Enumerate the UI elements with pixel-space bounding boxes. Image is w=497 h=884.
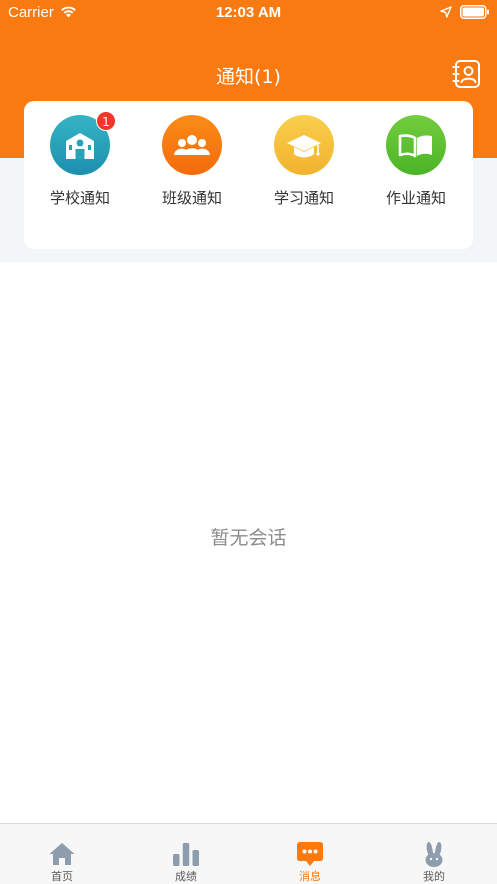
- category-class-notice[interactable]: 班级通知: [136, 101, 248, 221]
- category-school-notice[interactable]: 1 学校通知: [24, 101, 136, 221]
- category-label: 学校通知: [49, 189, 110, 207]
- category-label: 作业通知: [385, 189, 446, 207]
- contacts-book-icon: [452, 60, 480, 88]
- open-book-icon: [398, 134, 432, 158]
- tab-label: 消息: [299, 870, 321, 883]
- location-arrow-icon: [440, 6, 452, 18]
- tab-label: 我的: [423, 870, 445, 883]
- home-icon: [49, 843, 75, 865]
- chat-bubble-icon: [297, 842, 323, 866]
- category-homework-notice[interactable]: 作业通知: [360, 101, 472, 221]
- category-study-notice[interactable]: 学习通知: [248, 101, 360, 221]
- empty-state-message: 暂无会话: [210, 527, 287, 549]
- category-label: 班级通知: [161, 189, 222, 207]
- status-bar: Carrier 12:03 AM: [0, 0, 497, 26]
- group-people-icon: [174, 135, 210, 155]
- unread-badge: 1: [96, 111, 116, 131]
- category-label: 学习通知: [273, 189, 334, 207]
- battery-icon: [460, 5, 489, 19]
- tab-scores[interactable]: 成绩: [124, 824, 248, 884]
- bottom-tab-bar: 首页 成绩 消息 我的: [0, 823, 497, 884]
- study-icon-circle: [274, 115, 334, 175]
- tab-home[interactable]: 首页: [0, 824, 124, 884]
- clock: 12:03 AM: [215, 4, 282, 21]
- page-title: 通知(1): [216, 66, 281, 88]
- tab-label: 成绩: [175, 870, 197, 883]
- notification-category-card: 1 学校通知 班级通知 学习通知 作业通知: [24, 101, 473, 249]
- rabbit-icon: [425, 841, 443, 867]
- tab-messages[interactable]: 消息: [248, 824, 372, 884]
- homework-icon-circle: [386, 115, 446, 175]
- graduation-cap-icon: [287, 135, 321, 158]
- tab-profile[interactable]: 我的: [372, 824, 496, 884]
- tab-label: 首页: [51, 870, 73, 883]
- contacts-button[interactable]: [452, 59, 482, 89]
- class-icon-circle: [162, 115, 222, 175]
- bar-chart-icon: [173, 843, 199, 866]
